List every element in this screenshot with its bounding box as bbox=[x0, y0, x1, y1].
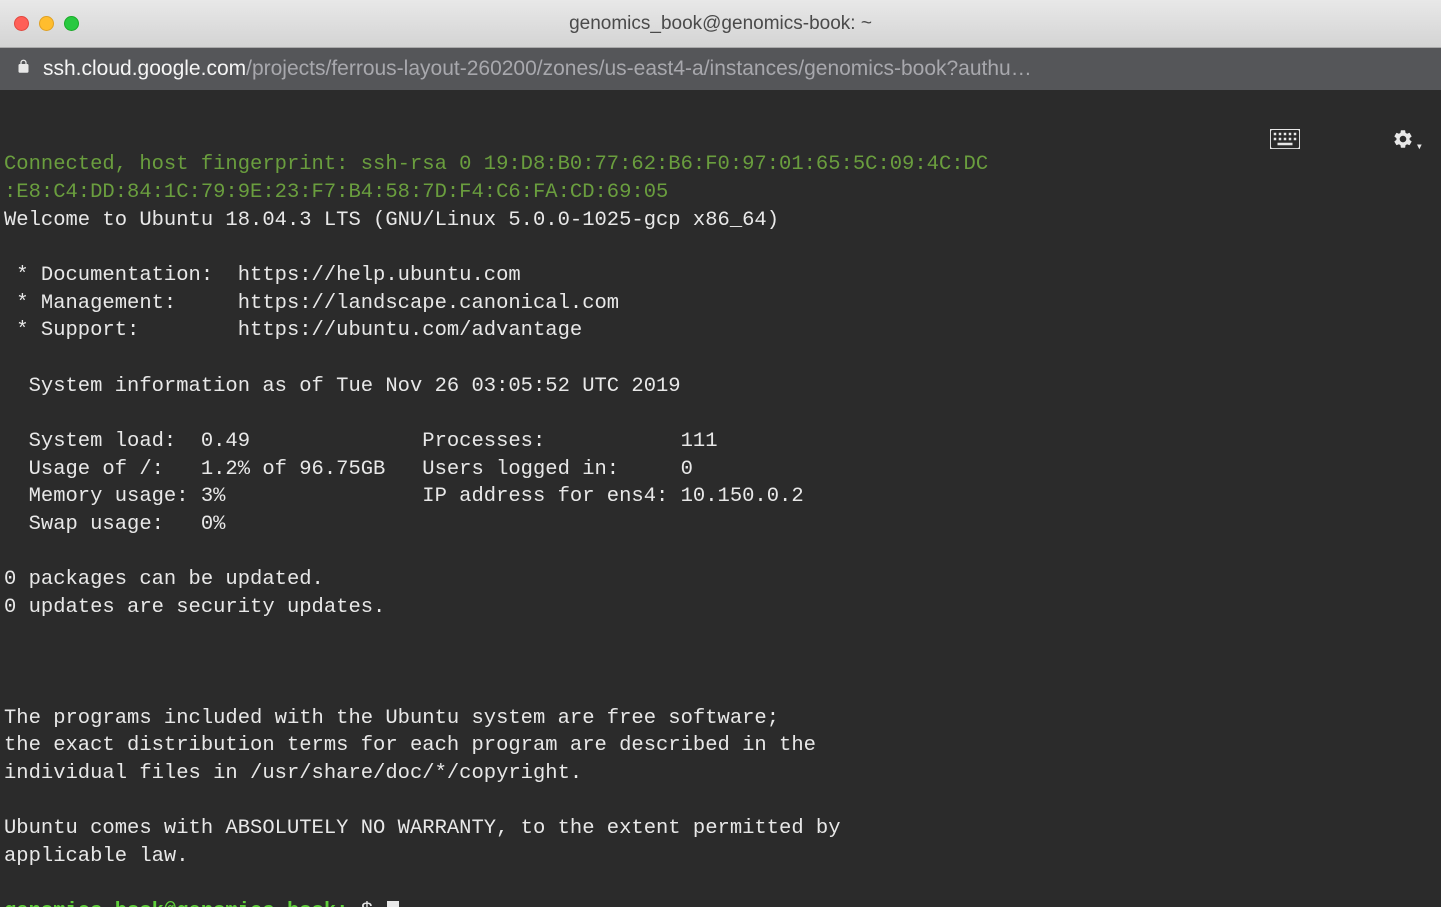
url-text: ssh.cloud.google.com/projects/ferrous-la… bbox=[43, 57, 1425, 81]
url-path: /projects/ferrous-layout-260200/zones/us… bbox=[246, 57, 1032, 80]
stats-line-2: Usage of /: 1.2% of 96.75GB Users logged… bbox=[4, 458, 693, 481]
warranty-line-2: applicable law. bbox=[4, 845, 189, 868]
window-title: genomics_book@genomics-book: ~ bbox=[569, 13, 872, 35]
gear-icon[interactable]: ▾ bbox=[1318, 100, 1423, 187]
ssh-fingerprint-line2: :E8:C4:DD:84:1C:79:9E:23:F7:B4:58:7D:F4:… bbox=[4, 181, 668, 204]
stats-line-3: Memory usage: 3% IP address for ens4: 10… bbox=[4, 485, 804, 508]
minimize-window-button[interactable] bbox=[39, 16, 54, 31]
ssh-fingerprint-line1: Connected, host fingerprint: ssh-rsa 0 1… bbox=[4, 153, 988, 176]
maximize-window-button[interactable] bbox=[64, 16, 79, 31]
stats-line-1: System load: 0.49 Processes: 111 bbox=[4, 430, 718, 453]
management-line: * Management: https://landscape.canonica… bbox=[4, 292, 619, 315]
legal-line-3: individual files in /usr/share/doc/*/cop… bbox=[4, 762, 582, 785]
url-host: ssh.cloud.google.com bbox=[43, 57, 246, 80]
browser-addressbar[interactable]: ssh.cloud.google.com/projects/ferrous-la… bbox=[0, 48, 1441, 90]
window-titlebar: genomics_book@genomics-book: ~ bbox=[0, 0, 1441, 48]
legal-line-1: The programs included with the Ubuntu sy… bbox=[4, 707, 779, 730]
sysinfo-header: System information as of Tue Nov 26 03:0… bbox=[4, 375, 681, 398]
terminal-cursor[interactable] bbox=[387, 901, 399, 907]
packages-line-1: 0 packages can be updated. bbox=[4, 568, 324, 591]
stats-line-4: Swap usage: 0% bbox=[4, 513, 225, 536]
lock-icon bbox=[16, 58, 31, 80]
documentation-line: * Documentation: https://help.ubuntu.com bbox=[4, 264, 521, 287]
prompt-path: ~ bbox=[348, 900, 360, 907]
terminal-pane[interactable]: ▾ Connected, host fingerprint: ssh-rsa 0… bbox=[0, 90, 1441, 907]
warranty-line-1: Ubuntu comes with ABSOLUTELY NO WARRANTY… bbox=[4, 817, 841, 840]
chevron-down-icon: ▾ bbox=[1416, 140, 1423, 154]
welcome-line: Welcome to Ubuntu 18.04.3 LTS (GNU/Linux… bbox=[4, 209, 779, 232]
traffic-lights bbox=[14, 16, 79, 31]
support-line: * Support: https://ubuntu.com/advantage bbox=[4, 319, 582, 342]
prompt-user-host: genomics_book@genomics-book bbox=[4, 900, 336, 907]
prompt-separator: : bbox=[336, 900, 348, 907]
close-window-button[interactable] bbox=[14, 16, 29, 31]
terminal-toolbar: ▾ bbox=[1196, 100, 1423, 187]
keyboard-icon[interactable] bbox=[1196, 101, 1300, 186]
prompt-symbol: $ bbox=[361, 900, 386, 907]
packages-line-2: 0 updates are security updates. bbox=[4, 596, 385, 619]
legal-line-2: the exact distribution terms for each pr… bbox=[4, 734, 816, 757]
